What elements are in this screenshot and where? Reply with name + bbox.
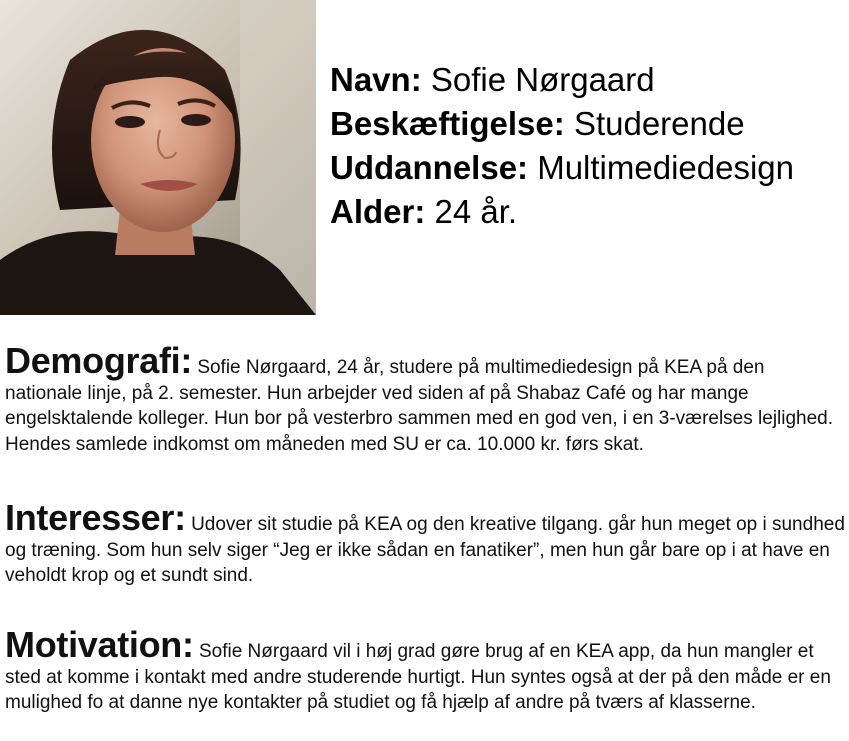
interesser-heading: Interesser: bbox=[5, 497, 186, 538]
job-value: Studerende bbox=[573, 105, 745, 142]
age-label: Alder: bbox=[330, 193, 426, 230]
profile-name-row: Navn: Sofie Nørgaard bbox=[330, 58, 849, 102]
job-label: Beskæftigelse: bbox=[330, 105, 565, 142]
persona-photo bbox=[0, 0, 316, 315]
profile-education-row: Uddannelse: Multimediedesign bbox=[330, 146, 849, 190]
motivation-heading: Motivation: bbox=[5, 624, 194, 665]
education-value: Multimediedesign bbox=[537, 149, 795, 186]
name-label: Navn: bbox=[330, 61, 422, 98]
section-demografi: Demografi: Sofie Nørgaard, 24 år, studer… bbox=[5, 343, 845, 457]
age-value: 24 år. bbox=[434, 193, 518, 230]
education-label: Uddannelse: bbox=[330, 149, 529, 186]
profile-age-row: Alder: 24 år. bbox=[330, 190, 849, 234]
name-value: Sofie Nørgaard bbox=[430, 61, 655, 98]
section-motivation: Motivation: Sofie Nørgaard vil i høj gra… bbox=[5, 627, 845, 716]
demografi-heading: Demografi: bbox=[5, 340, 193, 381]
section-interesser: Interesser: Udover sit studie på KEA og … bbox=[5, 500, 845, 589]
profile-info: Navn: Sofie Nørgaard Beskæftigelse: Stud… bbox=[330, 58, 849, 234]
profile-job-row: Beskæftigelse: Studerende bbox=[330, 102, 849, 146]
